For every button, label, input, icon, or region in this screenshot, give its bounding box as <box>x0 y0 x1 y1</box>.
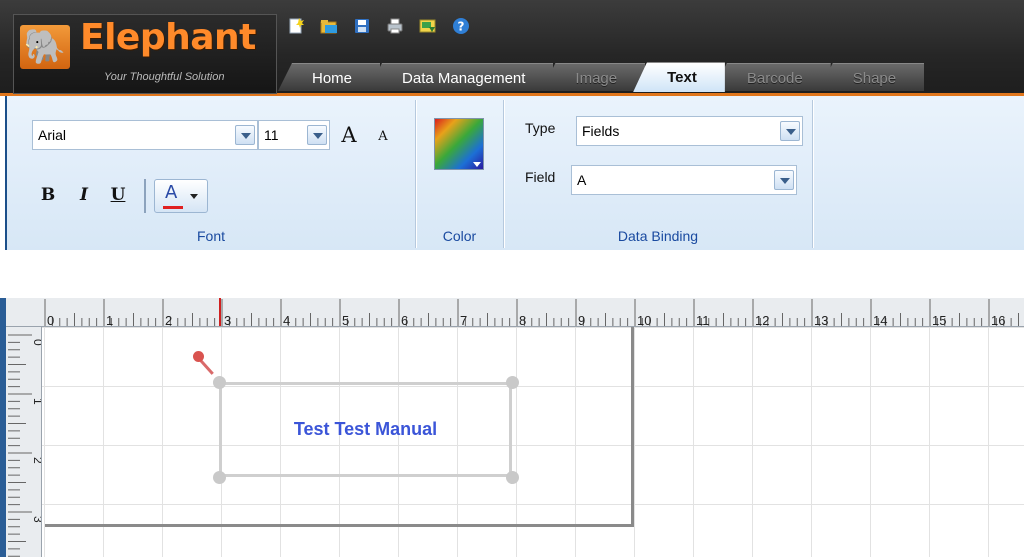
resize-handle-bottom-right[interactable] <box>506 471 519 484</box>
open-icon[interactable] <box>319 16 339 36</box>
ruler-label: 10 <box>637 313 651 327</box>
ribbon-panel: Arial 11 A A B I U A Font Color Type Fie… <box>5 96 1024 250</box>
text-object-content: Test Test Manual <box>293 419 438 439</box>
font-color-label: A <box>165 182 178 203</box>
app-brand-name: Elephant <box>80 17 256 58</box>
ruler-label: 5 <box>342 313 349 327</box>
ribbon-tabs: Home Data Management Image Text Barcode … <box>278 62 925 93</box>
grow-font-button[interactable]: A <box>338 122 360 148</box>
tab-home[interactable]: Home <box>278 63 381 91</box>
tab-image[interactable]: Image <box>541 63 646 91</box>
font-size-select[interactable]: 11 <box>258 120 330 150</box>
canvas-grid[interactable]: Test Test Manual <box>42 327 1024 557</box>
font-color-button[interactable]: A <box>154 179 208 213</box>
color-group-label: Color <box>442 228 477 244</box>
underline-button[interactable]: U <box>107 182 129 208</box>
type-label: Type <box>525 120 556 136</box>
field-label: Field <box>525 169 556 185</box>
ruler-label: 1 <box>31 398 42 405</box>
design-canvas[interactable]: 012345678910111213141516 0123 Test Test … <box>0 298 1024 557</box>
ruler-label: 9 <box>578 313 585 327</box>
ruler-label: 6 <box>401 313 408 327</box>
app-tagline: Your Thoughtful Solution <box>104 71 225 83</box>
fill-color-button[interactable] <box>434 118 484 170</box>
tab-data-management[interactable]: Data Management <box>368 63 554 91</box>
rotation-handle[interactable] <box>193 351 204 362</box>
ruler-label: 11 <box>696 313 710 327</box>
text-object[interactable]: Test Test Manual <box>219 382 512 477</box>
resize-handle-top-right[interactable] <box>506 376 519 389</box>
app-header: 🐘 Elephant Your Thoughtful Solution ? Ho… <box>0 0 1024 96</box>
export-icon[interactable] <box>418 16 438 36</box>
vertical-ruler: 0 1 2 3 <box>6 327 42 557</box>
ruler-label: 3 <box>224 313 231 327</box>
bold-button[interactable]: B <box>37 182 59 208</box>
ruler-label: 13 <box>814 313 828 327</box>
data-binding-group: Type Fields Field A Data Binding <box>504 100 812 250</box>
group-separator <box>812 100 813 248</box>
elephant-logo-icon: 🐘 <box>20 25 70 69</box>
ruler-label: 0 <box>47 313 54 327</box>
shrink-font-button[interactable]: A <box>372 124 394 150</box>
ruler-label: 16 <box>991 313 1005 327</box>
font-color-swatch <box>163 206 183 209</box>
ruler-label: 15 <box>932 313 946 327</box>
font-group-label: Font <box>196 228 225 244</box>
italic-button[interactable]: I <box>73 182 95 208</box>
ruler-label: 12 <box>755 313 769 327</box>
field-value: A <box>577 172 587 188</box>
svg-text:?: ? <box>458 20 465 34</box>
print-icon[interactable] <box>385 16 405 36</box>
resize-handle-top-left[interactable] <box>213 376 226 389</box>
help-icon[interactable]: ? <box>451 16 471 36</box>
chevron-down-icon[interactable] <box>780 121 800 141</box>
data-binding-group-label: Data Binding <box>617 228 699 244</box>
field-select[interactable]: A <box>571 165 797 195</box>
resize-handle-bottom-left[interactable] <box>213 471 226 484</box>
chevron-down-icon[interactable] <box>235 125 255 145</box>
tab-barcode[interactable]: Barcode <box>712 63 831 91</box>
color-group: Color <box>416 100 503 250</box>
ruler-label: 3 <box>31 516 42 523</box>
type-select[interactable]: Fields <box>576 116 803 146</box>
tab-shape[interactable]: Shape <box>818 63 925 91</box>
font-family-select[interactable]: Arial <box>32 120 258 150</box>
font-group: Arial 11 A A B I U A Font <box>7 100 415 250</box>
toolbar-divider <box>144 179 146 213</box>
ruler-label: 14 <box>873 313 887 327</box>
chevron-down-icon <box>473 162 481 167</box>
chevron-down-icon[interactable] <box>774 170 794 190</box>
horizontal-ruler: 0 1 2 3 4 5 6 7 8 9 10 11 12 13 14 15 16 <box>6 298 1024 327</box>
horizontal-ruler-ticks: 0 1 2 3 4 5 6 7 8 9 10 11 12 13 14 15 16 <box>44 298 1019 327</box>
app-logo: 🐘 Elephant Your Thoughtful Solution <box>13 14 277 94</box>
chevron-down-icon[interactable] <box>307 125 327 145</box>
ruler-label: 7 <box>460 313 467 327</box>
quick-access-toolbar: ? <box>286 16 471 38</box>
save-icon[interactable] <box>352 16 372 36</box>
tab-text[interactable]: Text <box>633 62 725 92</box>
font-size-value: 11 <box>264 127 279 143</box>
vertical-ruler-ticks: 0 1 2 3 <box>8 334 42 557</box>
ruler-label: 0 <box>31 339 42 346</box>
ruler-label: 2 <box>165 313 172 327</box>
new-icon[interactable] <box>286 16 306 36</box>
font-family-value: Arial <box>38 127 67 143</box>
chevron-down-icon <box>190 194 198 199</box>
ruler-label: 2 <box>31 457 42 464</box>
ruler-label: 8 <box>519 313 526 327</box>
ruler-label: 1 <box>106 313 113 327</box>
ruler-label: 4 <box>283 313 290 327</box>
type-value: Fields <box>582 123 620 139</box>
